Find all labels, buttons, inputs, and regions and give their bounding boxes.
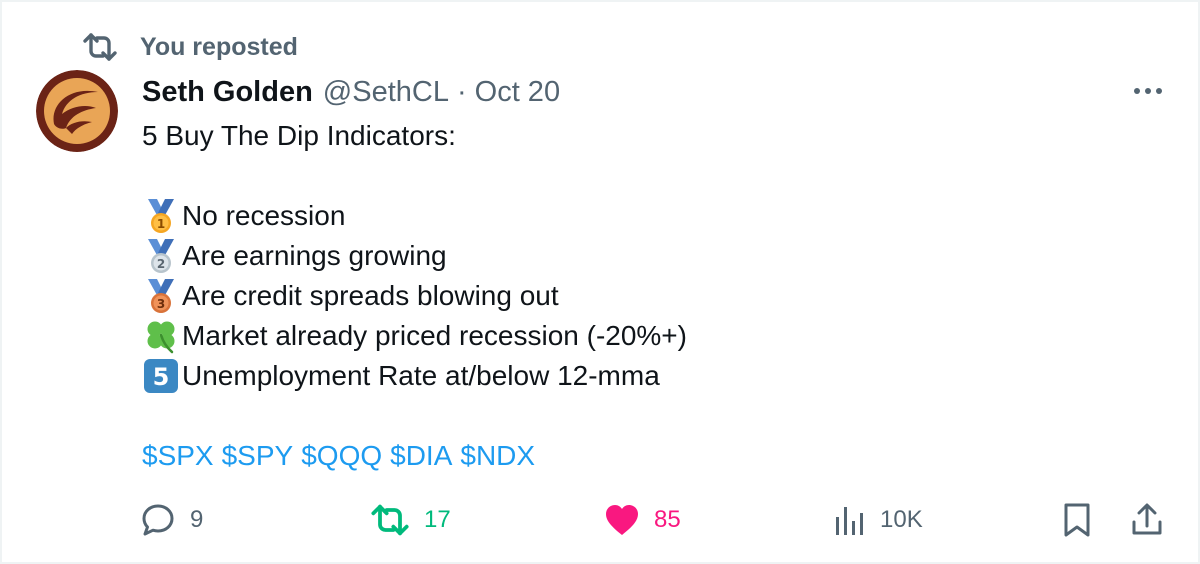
share-button[interactable] [1130, 498, 1164, 542]
like-button[interactable]: 85 [604, 498, 681, 542]
more-dot-icon [1156, 88, 1162, 94]
svg-text:3: 3 [157, 297, 165, 311]
more-options-button[interactable] [1128, 76, 1168, 106]
ticker-list: $SPX $SPY $QQQ $DIA $NDX [142, 436, 1122, 476]
tweet-card[interactable]: You reposted Seth Golden @SethCL · Oct 2… [0, 0, 1200, 564]
action-bar: 9 17 85 10K [140, 498, 1170, 542]
repost-icon [82, 32, 118, 62]
first-place-medal-icon: 1 [142, 197, 180, 235]
header-separator: · [456, 75, 467, 108]
repost-banner: You reposted [82, 30, 298, 64]
tweet-body: 5 Buy The Dip Indicators: 1 No recession [142, 116, 1122, 476]
tweet-header: Seth Golden @SethCL · Oct 20 [142, 72, 560, 112]
share-icon [1130, 502, 1164, 538]
tweet-date[interactable]: Oct 20 [475, 76, 560, 109]
third-place-medal-icon: 3 [142, 277, 180, 315]
indicator-text: Are earnings growing [182, 240, 447, 271]
indicator-line: 5 Unemployment Rate at/below 12-mma [142, 356, 1122, 396]
ticker-link[interactable]: $DIA [390, 436, 452, 476]
like-count: 85 [654, 506, 681, 533]
indicator-line: 2 Are earnings growing [142, 236, 1122, 276]
keycap-five-icon: 5 [142, 357, 180, 395]
svg-text:1: 1 [157, 217, 165, 231]
indicator-line: 1 No recession [142, 196, 1122, 236]
bookmark-icon [1062, 502, 1092, 538]
view-count: 10K [880, 506, 923, 533]
indicator-text: Market already priced recession (-20%+) [182, 320, 687, 351]
repost-icon [370, 503, 410, 537]
reply-count: 9 [190, 506, 204, 533]
repost-count: 17 [424, 506, 451, 533]
svg-text:5: 5 [153, 363, 170, 391]
more-dot-icon [1134, 88, 1140, 94]
repost-button[interactable]: 17 [370, 498, 451, 542]
second-place-medal-icon: 2 [142, 237, 180, 275]
repost-banner-text: You reposted [140, 32, 298, 61]
svg-text:2: 2 [157, 257, 165, 271]
tweet-title: 5 Buy The Dip Indicators: [142, 120, 456, 151]
ticker-link[interactable]: $SPX [142, 436, 214, 476]
ticker-link[interactable]: $SPY [222, 436, 294, 476]
heart-icon [604, 503, 640, 537]
ticker-link[interactable]: $NDX [460, 436, 535, 476]
bar-chart-icon [834, 503, 866, 537]
indicator-text: No recession [182, 200, 346, 231]
indicator-line: 3 Are credit spreads blowing out [142, 276, 1122, 316]
bookmark-button[interactable] [1062, 498, 1092, 542]
author-name[interactable]: Seth Golden [142, 76, 313, 109]
author-handle[interactable]: @SethCL [323, 76, 449, 109]
avatar[interactable] [36, 70, 118, 152]
four-leaf-clover-icon [142, 317, 180, 355]
indicator-line: Market already priced recession (-20%+) [142, 316, 1122, 356]
more-dot-icon [1145, 88, 1151, 94]
reply-button[interactable]: 9 [140, 498, 203, 542]
indicator-text: Are credit spreads blowing out [182, 280, 559, 311]
ticker-link[interactable]: $QQQ [301, 436, 382, 476]
views-button[interactable]: 10K [834, 498, 923, 542]
indicator-text: Unemployment Rate at/below 12-mma [182, 360, 660, 391]
reply-icon [140, 502, 176, 538]
